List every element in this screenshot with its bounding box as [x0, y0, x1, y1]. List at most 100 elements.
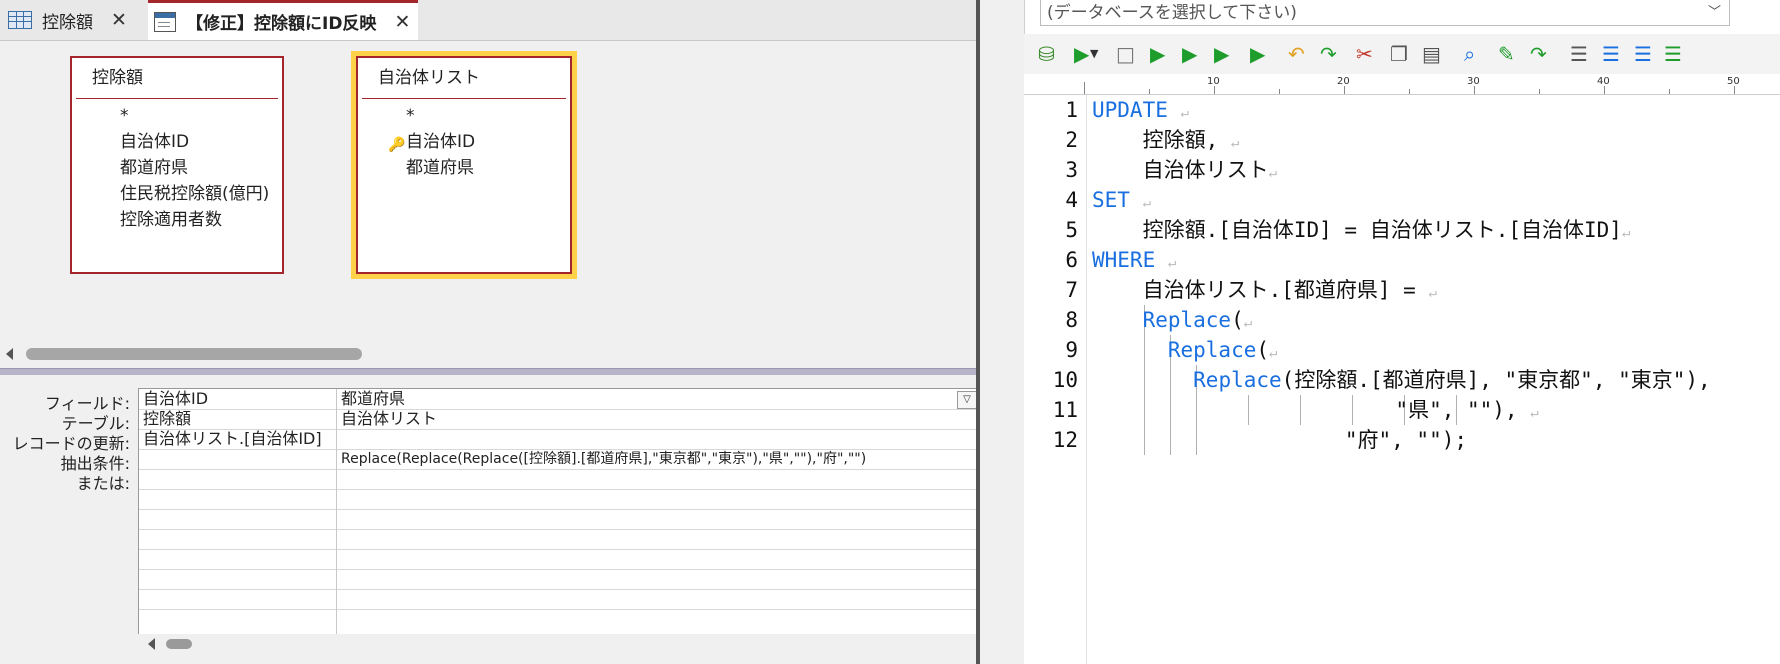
scroll-left-icon[interactable]: [6, 348, 13, 360]
grid-criteria-cell[interactable]: Replace(Replace(Replace([控除額].[都道府県],"東京…: [341, 449, 866, 469]
cut-icon[interactable]: ✂: [1356, 42, 1373, 66]
scrollbar-thumb[interactable]: [166, 639, 192, 649]
pane-splitter[interactable]: [0, 368, 976, 375]
code-line[interactable]: WHERE ↵: [1092, 245, 1176, 275]
paste-icon[interactable]: ▤: [1422, 42, 1441, 66]
field-item[interactable]: *: [72, 103, 282, 129]
wrap-icon[interactable]: ☰: [1602, 42, 1620, 66]
undo-icon[interactable]: ↶: [1288, 42, 1305, 66]
sql-keyword: SET: [1092, 188, 1130, 212]
find-replace-icon[interactable]: ✎: [1498, 42, 1515, 66]
grid-field-cell[interactable]: 都道府県: [341, 389, 405, 409]
database-select-placeholder: (データベースを選択して下さい): [1047, 3, 1297, 23]
chevron-down-icon[interactable]: ▼: [1090, 42, 1098, 66]
sql-function: Replace: [1193, 368, 1282, 392]
line-number-gutter: 1 2 3 4 5 6 7 8 9 10 11 12: [1024, 95, 1087, 664]
tab-query-active[interactable]: 【修正】控除額にID反映 ✕: [148, 0, 418, 40]
database-select[interactable]: (データベースを選択して下さい) ﹀: [1040, 0, 1730, 26]
query-designer-pane: 控除額 ✕ 【修正】控除額にID反映 ✕ 控除額 * 自治体ID 都道府県 住民…: [0, 0, 976, 664]
return-mark-icon: ↵: [1530, 405, 1539, 421]
document-tab-bar: 控除額 ✕ 【修正】控除額にID反映 ✕: [0, 0, 976, 41]
field-item[interactable]: 控除適用者数: [72, 207, 282, 233]
search-icon[interactable]: ⌕: [1464, 42, 1475, 66]
grid-table-cell[interactable]: 自治体リスト: [341, 409, 437, 429]
code-line[interactable]: Replace(控除額.[都道府県], "東京都", "東京"),: [1092, 365, 1711, 395]
field-item[interactable]: 住民税控除額(億円): [72, 181, 282, 207]
return-mark-icon: ↵: [1230, 135, 1240, 151]
code-line[interactable]: Replace(↵: [1092, 305, 1253, 335]
sql-code-area[interactable]: UPDATE ↵ 控除額, ↵ 自治体リスト↵ SET ↵ 控除額.[自治体ID…: [1092, 95, 1780, 664]
line-number: 2: [1065, 128, 1078, 152]
close-icon[interactable]: ✕: [394, 11, 410, 33]
code-line[interactable]: 控除額, ↵: [1092, 125, 1240, 155]
run-icon[interactable]: ▶: [1074, 42, 1089, 66]
line-number: 4: [1065, 188, 1078, 212]
scrollbar-thumb[interactable]: [26, 348, 362, 360]
query-icon: [154, 11, 176, 32]
close-icon[interactable]: ✕: [111, 9, 127, 31]
field-label: 自治体ID: [406, 132, 476, 152]
field-item[interactable]: 自治体ID: [72, 129, 282, 155]
stop-icon[interactable]: □: [1116, 42, 1135, 66]
code-line[interactable]: UPDATE ↵: [1092, 95, 1189, 125]
run-help-icon[interactable]: ▶: [1250, 42, 1265, 66]
copy-icon[interactable]: ❐: [1390, 42, 1408, 66]
line-number: 6: [1065, 248, 1078, 272]
redo-icon[interactable]: ↷: [1320, 42, 1337, 66]
outdent-icon[interactable]: ☰: [1664, 42, 1682, 66]
line-number: 7: [1065, 278, 1078, 302]
chevron-down-icon[interactable]: ﹀: [1708, 0, 1721, 26]
design-area-scrollbar[interactable]: [0, 340, 976, 368]
scroll-left-icon[interactable]: [148, 638, 155, 650]
field-item[interactable]: *: [358, 103, 570, 129]
sql-keyword: UPDATE: [1092, 98, 1168, 122]
align-icon[interactable]: ☰: [1570, 42, 1588, 66]
query-design-grid: フィールド: テーブル: レコードの更新: 抽出条件: または: 自治体ID 控…: [0, 376, 976, 664]
run-ab-icon[interactable]: ▶: [1150, 42, 1165, 66]
code-text: 自治体リスト.[都道府県] =: [1092, 278, 1416, 302]
sql-editor-pane: (データベースを選択して下さい) ﹀ ⛁ ▶ ▼ □ ▶ ▶ ▶ ▶ ↶ ↷ ✂…: [980, 0, 1780, 664]
return-mark-icon: ↵: [1243, 315, 1253, 331]
column-ruler: 10 20 30 40 50: [1024, 74, 1780, 95]
editor-toolbar: ⛁ ▶ ▼ □ ▶ ▶ ▶ ▶ ↶ ↷ ✂ ❐ ▤ ⌕ ✎ ↷ ☰ ☰ ☰ ☰: [1024, 34, 1780, 74]
table-box-title[interactable]: 自治体リスト: [362, 58, 566, 99]
export-csv-icon[interactable]: ▶: [1182, 42, 1197, 66]
field-item[interactable]: 都道府県: [72, 155, 282, 181]
code-text: 自治体リスト: [1092, 158, 1269, 182]
tab-label: 控除額: [42, 12, 93, 33]
grid-table-cell[interactable]: 控除額: [143, 409, 191, 429]
code-line[interactable]: "県", ""), ↵: [1092, 395, 1539, 425]
grid-field-cell[interactable]: 自治体ID: [143, 389, 208, 409]
code-line[interactable]: SET ↵: [1092, 185, 1151, 215]
field-item-primary-key[interactable]: 🔑 自治体ID: [358, 129, 570, 155]
chevron-down-icon[interactable]: ▽: [957, 391, 976, 409]
line-number: 5: [1065, 218, 1078, 242]
return-mark-icon: ↵: [1167, 255, 1177, 271]
table-box-title[interactable]: 控除額: [76, 58, 278, 99]
export-ote-icon[interactable]: ▶: [1214, 42, 1229, 66]
grid-update-cell[interactable]: 自治体リスト.[自治体ID]: [143, 429, 322, 449]
jump-icon[interactable]: ↷: [1530, 42, 1547, 66]
return-mark-icon: ↵: [1428, 285, 1437, 301]
field-item[interactable]: 都道府県: [358, 155, 570, 181]
indent-icon[interactable]: ☰: [1634, 42, 1652, 66]
code-text: (: [1231, 308, 1244, 332]
code-line[interactable]: Replace(↵: [1092, 335, 1278, 365]
grid-cells: 自治体ID 控除額 自治体リスト.[自治体ID] 都道府県 ▽ 自治体リスト R…: [138, 388, 976, 635]
grid-scrollbar[interactable]: [138, 634, 976, 654]
connect-icon[interactable]: ⛁: [1038, 42, 1055, 66]
code-line[interactable]: 自治体リスト.[都道府県] = ↵: [1092, 275, 1437, 305]
code-line[interactable]: 自治体リスト↵: [1092, 155, 1277, 185]
table-box-kojogaku[interactable]: 控除額 * 自治体ID 都道府県 住民税控除額(億円) 控除適用者数: [70, 56, 284, 274]
editor-side-bar: [980, 0, 1025, 664]
line-number: 9: [1065, 338, 1078, 362]
table-box-jichitai-list[interactable]: 自治体リスト * 🔑 自治体ID 都道府県: [351, 51, 577, 279]
return-mark-icon: ↵: [1621, 225, 1631, 241]
return-mark-icon: ↵: [1142, 195, 1152, 211]
tab-table-kojogaku[interactable]: 控除額 ✕: [8, 0, 146, 40]
code-line[interactable]: 控除額.[自治体ID] = 自治体リスト.[自治体ID]↵: [1092, 215, 1631, 245]
code-line[interactable]: "府", "");: [1092, 425, 1467, 455]
